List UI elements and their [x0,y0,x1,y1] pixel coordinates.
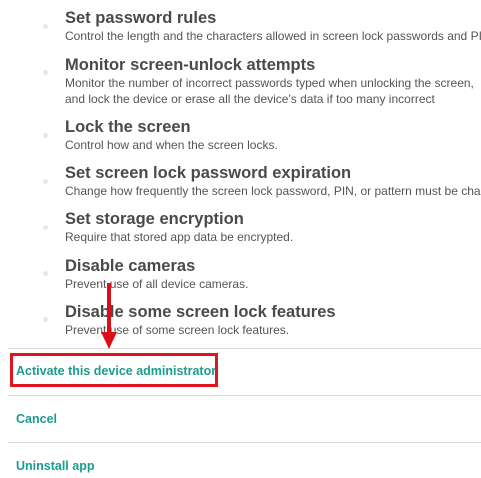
bullet-icon [43,317,48,322]
bullet-icon [43,179,48,184]
bullet-icon [43,70,48,75]
divider [8,395,481,396]
policy-description: Prevent use of some screen lock features… [65,323,290,337]
bullet-icon [43,225,48,230]
policy-description: Monitor the number of incorrect password… [65,76,474,106]
policy-description: Change how frequently the screen lock pa… [65,184,481,198]
policy-title: Set storage encryption [65,210,244,228]
policy-title: Set screen lock password expiration [65,164,352,182]
bullet-icon [43,133,48,138]
highlight-box [10,353,218,387]
policy-title: Set password rules [65,9,217,27]
policy-list: Set password rules Control the length an… [0,0,481,348]
cancel-button[interactable]: Cancel [16,411,57,427]
policy-title: Disable some screen lock features [65,303,336,321]
policy-title: Disable cameras [65,257,196,275]
bullet-icon [43,271,48,276]
policy-description: Require that stored app data be encrypte… [65,230,294,244]
policy-description: Control the length and the characters al… [65,29,481,43]
policy-description: Prevent use of all device cameras. [65,277,249,291]
arrow-head-icon [101,332,117,349]
bullet-icon [43,24,48,29]
divider [8,442,481,443]
policy-title: Lock the screen [65,118,191,136]
uninstall-app-button[interactable]: Uninstall app [16,458,94,474]
arrow-down-icon [107,283,111,333]
divider [8,348,481,349]
policy-description: Control how and when the screen locks. [65,138,278,152]
policy-title: Monitor screen-unlock attempts [65,56,316,74]
